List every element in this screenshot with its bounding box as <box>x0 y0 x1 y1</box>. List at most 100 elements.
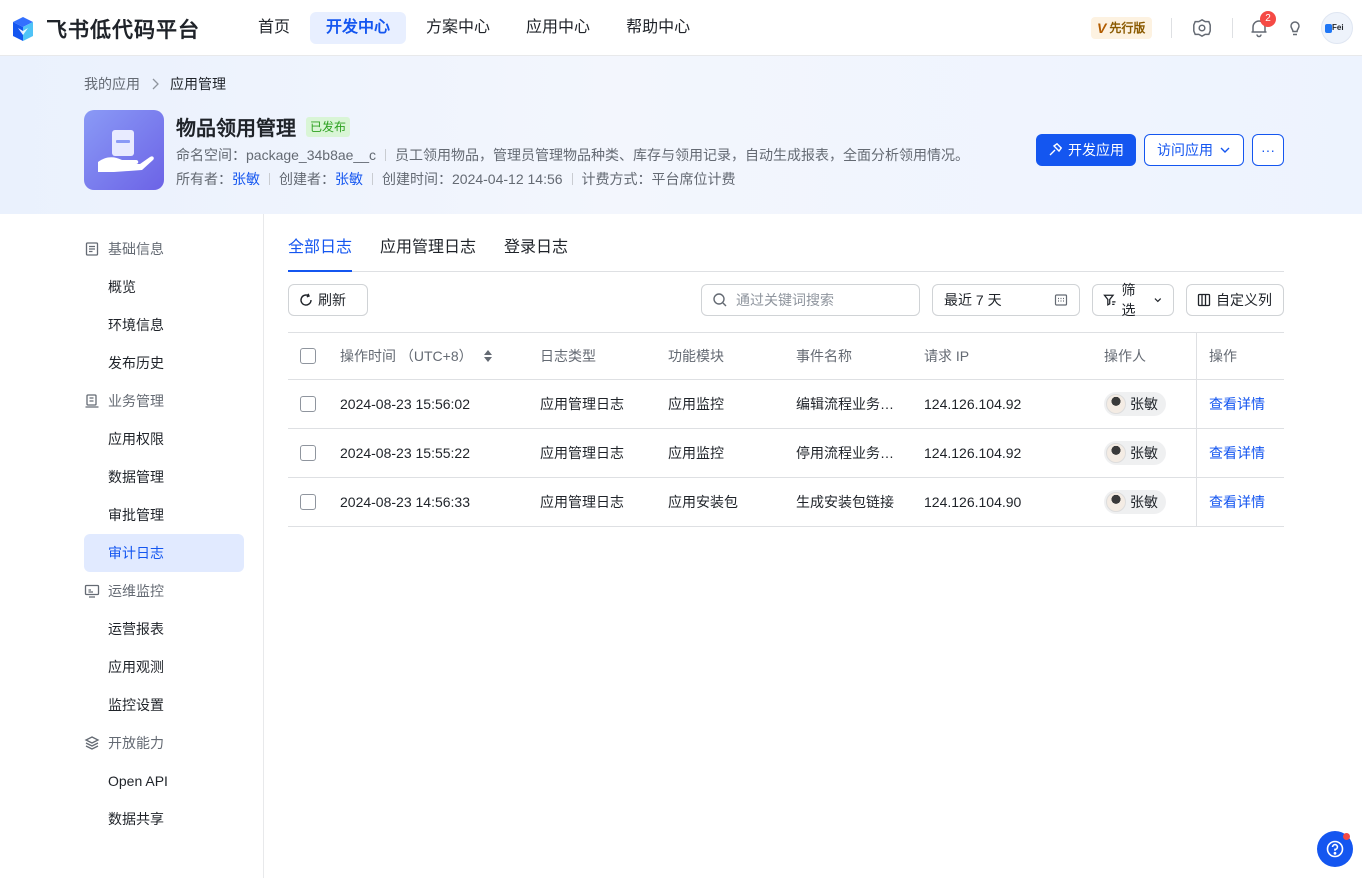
cell-module: 应用监控 <box>668 445 724 461</box>
select-all-checkbox[interactable] <box>300 348 316 364</box>
document-icon <box>85 242 99 256</box>
sidebar-group-label: 基础信息 <box>108 241 164 257</box>
preview-badge-label: 先行版 <box>1109 21 1146 35</box>
sidebar-item-open-api[interactable]: Open API <box>84 762 244 800</box>
cell-event: 编辑流程业务… <box>796 396 894 412</box>
sidebar-group-label: 运维监控 <box>108 583 164 599</box>
visit-app-button[interactable]: 访问应用 <box>1144 134 1244 166</box>
audit-log-table: 操作时间 （UTC+8） 日志类型 功能模块 事件名称 请求 IP 操作人 操作… <box>288 332 1284 527</box>
app-meta-row-1: 命名空间： package_34b8ae__c 员工领用物品，管理员管理物品种类… <box>176 145 969 165</box>
more-button[interactable]: ··· <box>1252 134 1284 166</box>
nav-help-center[interactable]: 帮助中心 <box>610 12 706 44</box>
sidebar-item-app-permissions[interactable]: 应用权限 <box>84 420 244 458</box>
filter-label: 筛选 <box>1121 282 1136 318</box>
divider <box>1232 18 1233 38</box>
sidebar-group-open: 开放能力 <box>84 724 164 762</box>
billing-label: 计费方式： <box>581 171 652 187</box>
search-field[interactable] <box>701 284 920 316</box>
nav-dev-center[interactable]: 开发中心 <box>310 12 407 44</box>
row-select-cell <box>300 478 316 526</box>
business-icon <box>85 394 99 408</box>
feishu-mini-logo-icon <box>1325 24 1332 33</box>
row-checkbox[interactable] <box>300 396 316 412</box>
refresh-label: 刷新 <box>318 292 346 308</box>
chevron-down-icon <box>1220 147 1230 153</box>
date-range-value: 最近 7 天 <box>944 292 1002 308</box>
cell-event: 停用流程业务… <box>796 445 894 461</box>
user-avatar[interactable]: Fei <box>1321 12 1353 44</box>
view-details-link[interactable]: 查看详情 <box>1209 443 1265 463</box>
sidebar-item-environment[interactable]: 环境信息 <box>84 306 244 344</box>
sidebar-item-audit-log[interactable]: 审计日志 <box>84 534 244 572</box>
lightbulb-icon <box>1290 21 1300 36</box>
row-select-cell <box>300 380 316 428</box>
row-select-cell <box>300 429 316 477</box>
search-input[interactable] <box>736 292 906 308</box>
tab-login-logs[interactable]: 登录日志 <box>504 230 568 272</box>
owner-link[interactable]: 张敏 <box>232 169 260 189</box>
log-tabs: 全部日志 应用管理日志 登录日志 <box>288 230 1284 272</box>
app-description: 员工领用物品，管理员管理物品种类、库存与领用记录，自动生成报表，全面分析领用情况… <box>395 147 970 163</box>
app-meta-row-2: 所有者： 张敏 创建者： 张敏 创建时间： 2024-04-12 14:56 计… <box>176 169 736 189</box>
columns-icon <box>1197 293 1211 307</box>
breadcrumb-current: 应用管理 <box>170 76 226 92</box>
cell-ip: 124.126.104.92 <box>924 445 1022 461</box>
sidebar-item-app-observe[interactable]: 应用观测 <box>84 648 244 686</box>
sidebar-item-ops-report[interactable]: 运营报表 <box>84 610 244 648</box>
column-header-label: 操作时间 （UTC+8） <box>340 348 473 364</box>
namespace-value: package_34b8ae__c <box>246 147 377 163</box>
date-range-picker[interactable]: 最近 7 天 <box>932 284 1080 316</box>
column-header-module: 功能模块 <box>668 348 724 364</box>
table-row: 2024-08-23 14:56:33 应用管理日志 应用安装包 生成安装包链接… <box>288 478 1284 527</box>
breadcrumb: 我的应用 应用管理 <box>84 74 226 94</box>
sidebar-item-monitor-settings[interactable]: 监控设置 <box>84 686 244 724</box>
sidebar-item-data-sharing[interactable]: 数据共享 <box>84 800 244 838</box>
brand-logo[interactable]: 飞书低代码平台 <box>10 14 200 44</box>
operator-name: 张敏 <box>1130 396 1158 412</box>
cell-event: 生成安装包链接 <box>796 494 894 510</box>
breadcrumb-my-apps[interactable]: 我的应用 <box>84 74 140 94</box>
avatar <box>1106 492 1126 512</box>
develop-app-button[interactable]: 开发应用 <box>1036 134 1136 166</box>
top-navbar: 飞书低代码平台 首页 开发中心 方案中心 应用中心 帮助中心 V 先行版 2 F… <box>0 0 1362 56</box>
settings-button[interactable] <box>1190 16 1214 40</box>
tips-button[interactable] <box>1283 16 1307 40</box>
filter-button[interactable]: 筛选 <box>1092 282 1174 318</box>
sidebar-group-label: 业务管理 <box>108 393 164 409</box>
tab-app-management-logs[interactable]: 应用管理日志 <box>380 230 476 272</box>
notification-count-badge: 2 <box>1260 11 1276 27</box>
cell-action: 查看详情 <box>1196 429 1284 477</box>
nav-home[interactable]: 首页 <box>242 12 306 44</box>
divider <box>372 173 373 185</box>
preview-version-badge[interactable]: V 先行版 <box>1091 17 1153 39</box>
select-all-cell <box>300 333 316 379</box>
nav-solution-center[interactable]: 方案中心 <box>410 12 506 44</box>
sidebar-group-label: 开放能力 <box>108 735 164 751</box>
tab-all-logs[interactable]: 全部日志 <box>288 230 353 272</box>
custom-columns-button[interactable]: 自定义列 <box>1186 284 1284 316</box>
row-checkbox[interactable] <box>300 445 316 461</box>
sidebar-item-data-management[interactable]: 数据管理 <box>84 458 244 496</box>
row-checkbox[interactable] <box>300 494 316 510</box>
column-header-time[interactable]: 操作时间 （UTC+8） <box>340 333 493 379</box>
cell-ip: 124.126.104.90 <box>924 494 1022 510</box>
operator-chip[interactable]: 张敏 <box>1104 490 1166 514</box>
sidebar-item-release-history[interactable]: 发布历史 <box>84 344 244 382</box>
refresh-button[interactable]: 刷新 <box>288 284 368 316</box>
question-circle-icon <box>1326 840 1344 858</box>
operator-chip[interactable]: 张敏 <box>1104 441 1166 465</box>
nav-app-center[interactable]: 应用中心 <box>510 12 606 44</box>
app-header: 我的应用 应用管理 物品领用管理 已发布 命名空间： package_34b8a… <box>0 56 1362 214</box>
operator-chip[interactable]: 张敏 <box>1104 392 1166 416</box>
creator-link[interactable]: 张敏 <box>335 169 363 189</box>
status-badge: 已发布 <box>306 116 351 137</box>
view-details-link[interactable]: 查看详情 <box>1209 492 1265 512</box>
sidebar-item-overview[interactable]: 概览 <box>84 268 244 306</box>
chevron-right-icon <box>152 78 159 90</box>
creator-label: 创建者： <box>279 171 335 187</box>
divider <box>269 173 270 185</box>
sidebar-item-approval-management[interactable]: 审批管理 <box>84 496 244 534</box>
hammer-icon <box>1049 143 1062 156</box>
view-details-link[interactable]: 查看详情 <box>1209 394 1265 414</box>
cell-operator: 张敏 <box>1104 478 1166 526</box>
